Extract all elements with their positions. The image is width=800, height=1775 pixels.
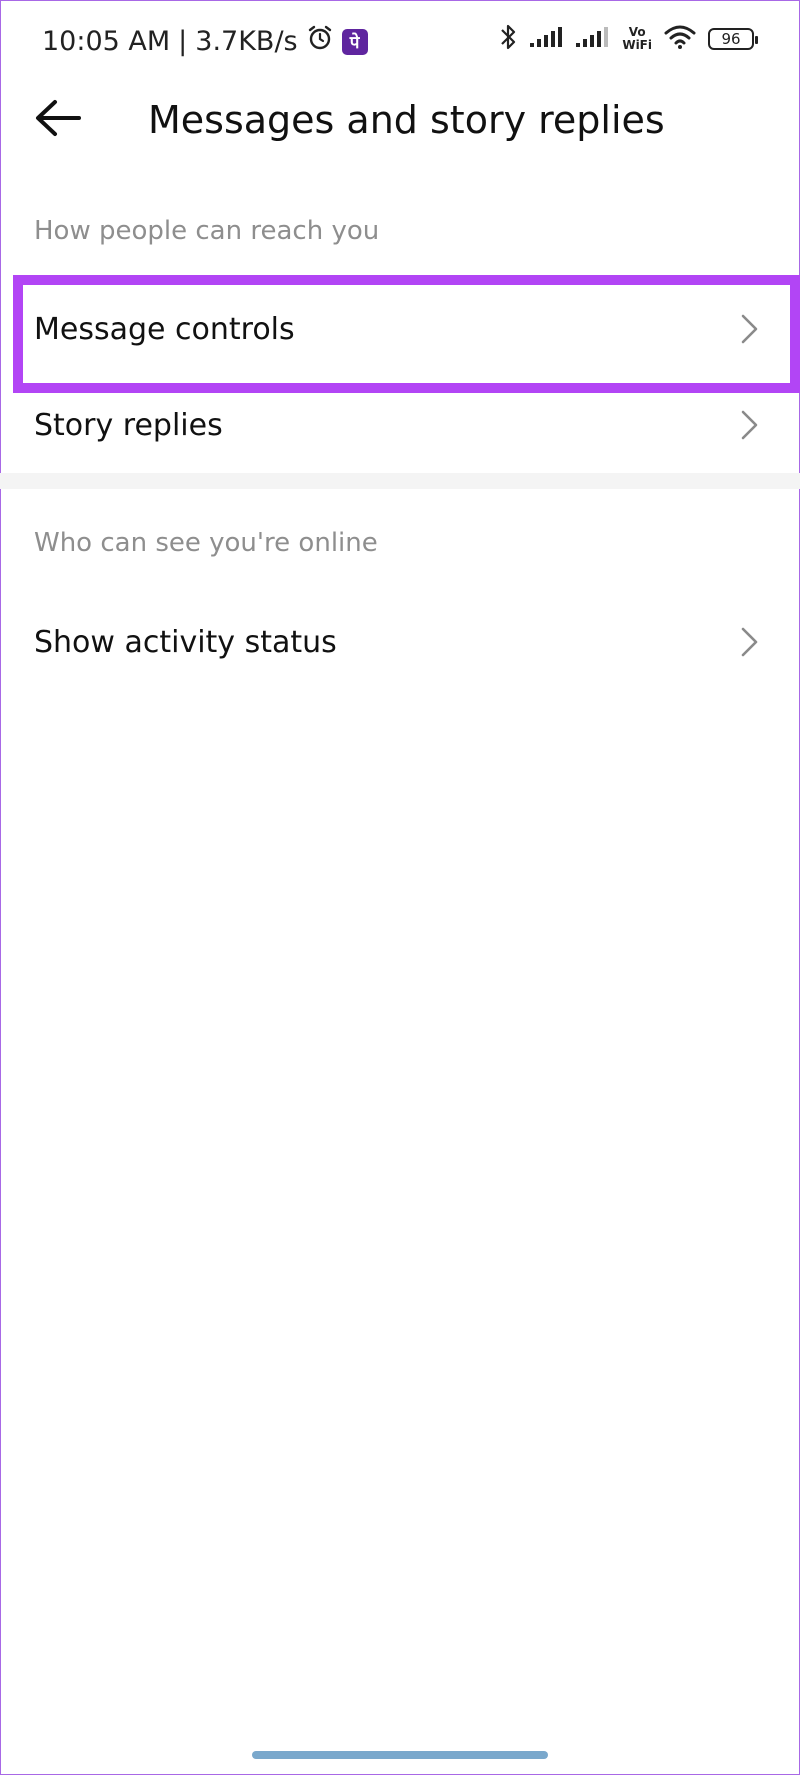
status-left: 10:05 AM | 3.7KB/s पे — [42, 24, 368, 59]
chevron-right-icon — [738, 624, 762, 660]
alarm-icon — [306, 24, 334, 59]
bluetooth-icon — [498, 22, 518, 56]
story-replies-label: Story replies — [34, 407, 223, 443]
section-divider — [0, 473, 800, 489]
chevron-right-icon — [738, 407, 762, 443]
message-controls-label: Message controls — [34, 311, 295, 347]
signal-strength-icon-sim2 — [576, 25, 610, 53]
wifi-icon — [664, 24, 696, 54]
vowifi-icon: Vo WiFi — [622, 26, 652, 52]
section-label-online: Who can see you're online — [34, 528, 378, 558]
network-speed: 3.7KB/s — [195, 26, 298, 57]
status-separator: | — [178, 26, 188, 57]
show-activity-status-row[interactable]: Show activity status — [0, 594, 800, 690]
page-title: Messages and story replies — [148, 98, 665, 142]
phonepe-app-icon: पे — [341, 28, 368, 55]
back-button[interactable] — [30, 94, 86, 146]
story-replies-row[interactable]: Story replies — [0, 377, 800, 473]
section-label-reach: How people can reach you — [34, 216, 380, 246]
app-header: Messages and story replies — [0, 80, 800, 160]
battery-icon: 96 — [708, 28, 758, 50]
status-right: Vo WiFi 96 — [498, 22, 758, 56]
status-time: 10:05 AM — [42, 26, 171, 57]
home-indicator[interactable] — [252, 1751, 548, 1759]
battery-level: 96 — [721, 30, 741, 48]
vowifi-top: Vo — [628, 25, 646, 39]
chevron-right-icon — [738, 311, 762, 347]
vowifi-bottom: WiFi — [622, 38, 652, 52]
arrow-left-icon — [33, 98, 83, 142]
status-bar: 10:05 AM | 3.7KB/s पे Vo WiFi 96 — [0, 0, 800, 80]
message-controls-row[interactable]: Message controls — [0, 281, 800, 377]
signal-strength-icon-sim1 — [530, 25, 564, 53]
show-activity-status-label: Show activity status — [34, 624, 337, 660]
screenshot-border — [0, 0, 800, 1775]
